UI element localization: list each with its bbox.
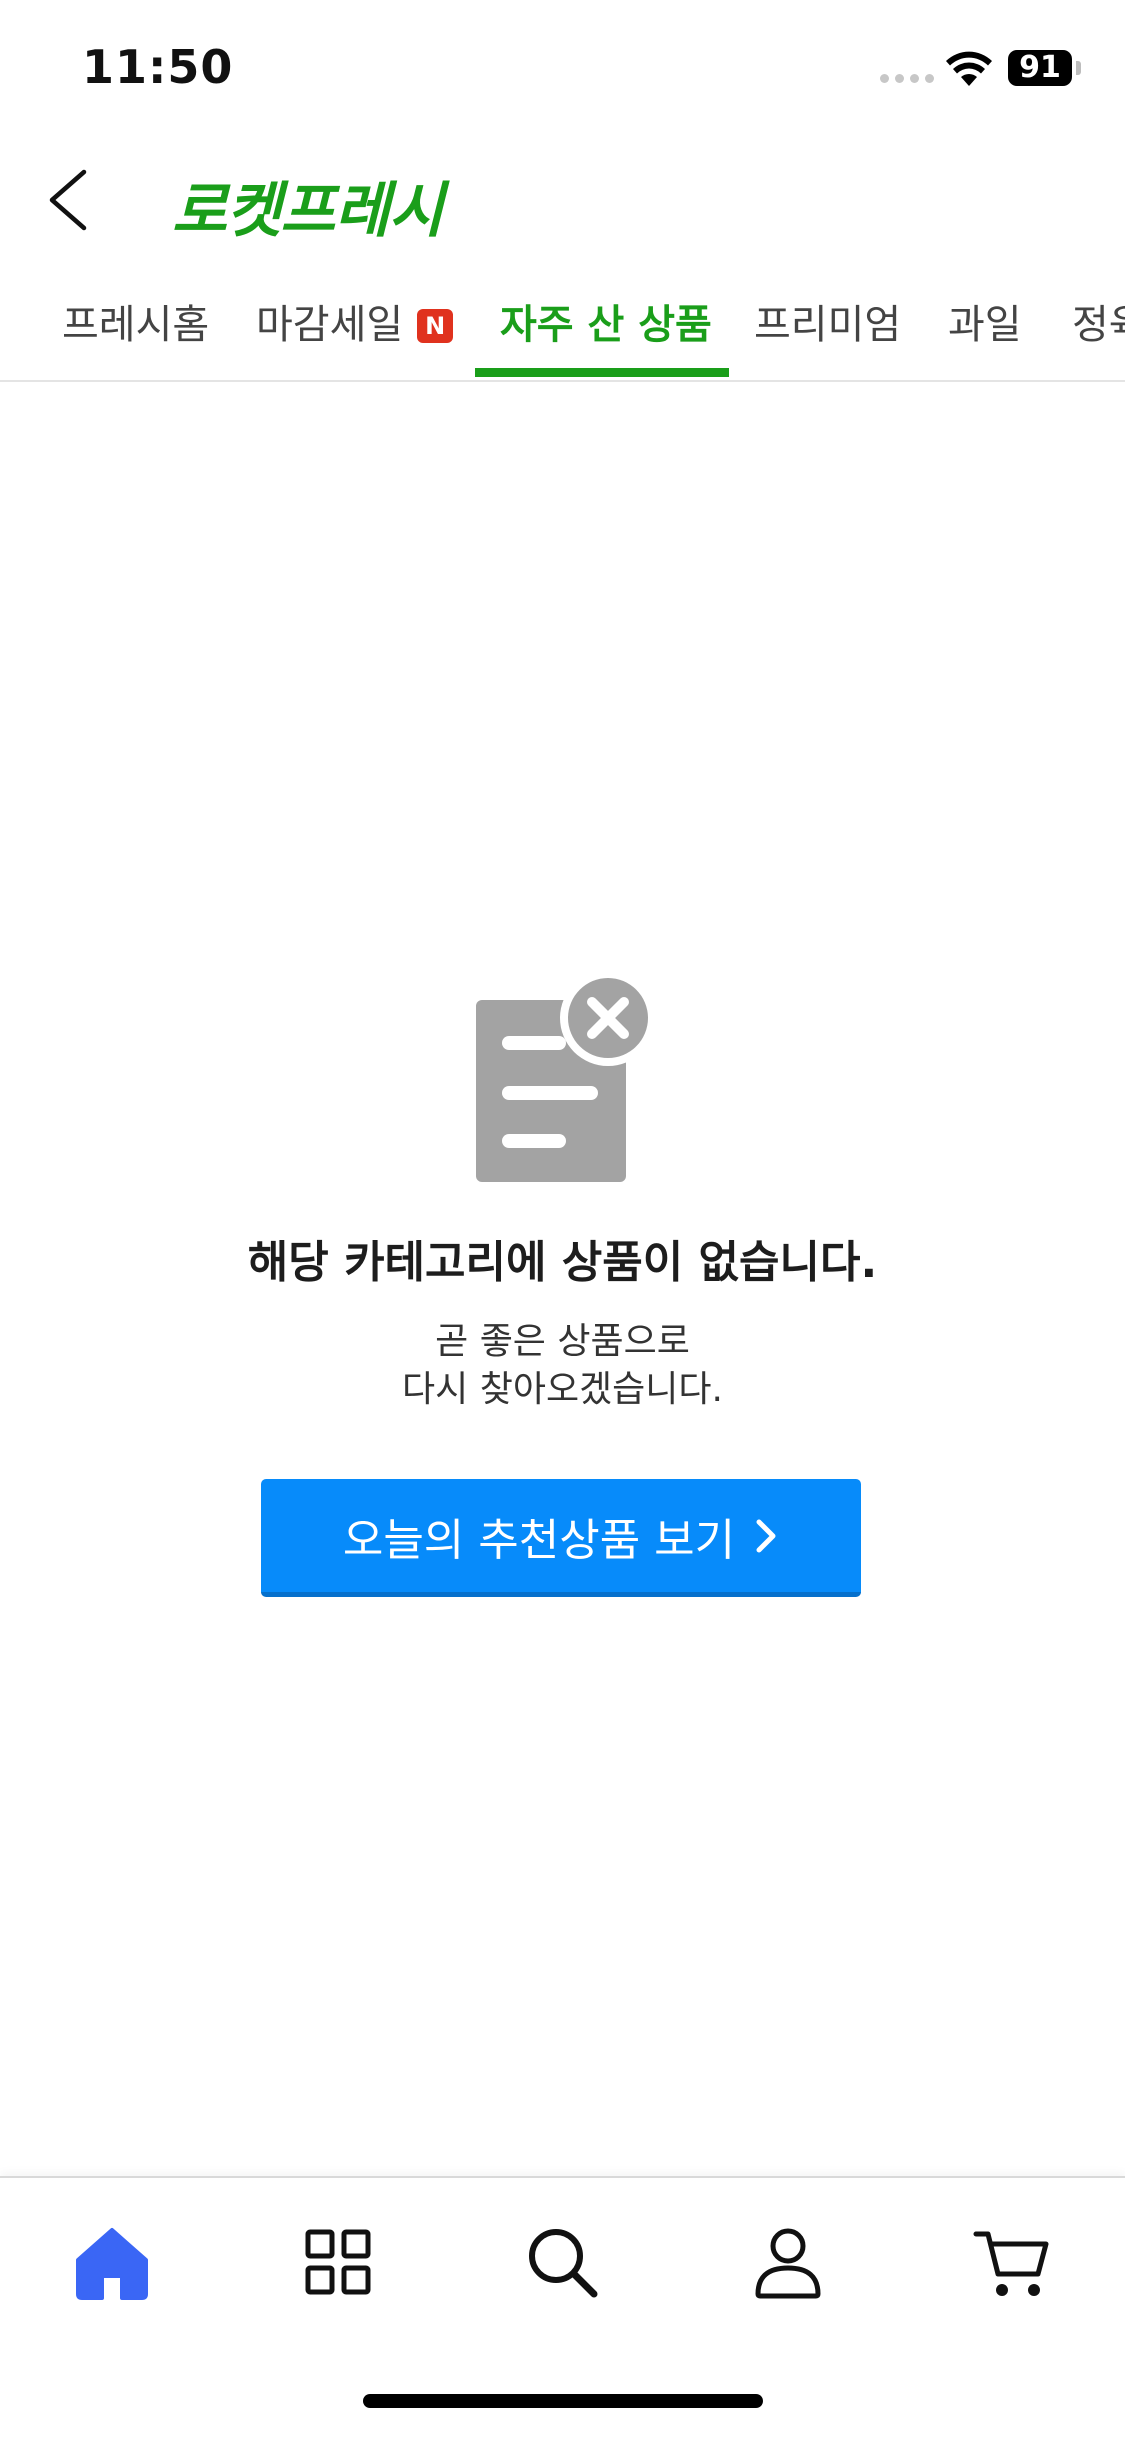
- cart-icon[interactable]: [972, 2222, 1052, 2302]
- chevron-right-icon: [756, 1519, 776, 1552]
- empty-state-description: 곧 좋은 상품으로 다시 찾아오겠습니다.: [0, 1318, 1125, 1414]
- document-error-icon: [476, 972, 654, 1182]
- header: 로켓프레시: [0, 140, 1125, 260]
- new-badge: N: [417, 309, 454, 343]
- chevron-left-icon[interactable]: [40, 160, 100, 240]
- active-tab-indicator: [475, 368, 729, 377]
- home-icon[interactable]: [72, 2222, 152, 2302]
- home-indicator: [363, 2394, 763, 2408]
- search-icon[interactable]: [522, 2222, 602, 2302]
- tab-fresh-home[interactable]: 프레시홈: [62, 292, 209, 380]
- tab-meat[interactable]: 정육: [1072, 292, 1125, 380]
- status-bar: 11:50 91: [0, 0, 1125, 140]
- battery-indicator: 91: [1008, 50, 1072, 86]
- today-recommendations-button[interactable]: 오늘의 추천상품 보기: [261, 1479, 861, 1597]
- page-title: 로켓프레시: [172, 176, 444, 246]
- tab-frequently-bought[interactable]: 자주 산 상품: [500, 292, 712, 380]
- status-time: 11:50: [82, 40, 234, 94]
- empty-state-line-2: 다시 찾아오겠습니다.: [402, 1369, 723, 1410]
- category-tabs: 프레시홈 마감세일 N 자주 산 상품 프리미엄 과일 정육: [0, 268, 1125, 382]
- tab-premium[interactable]: 프리미엄: [754, 292, 901, 380]
- grid-icon[interactable]: [298, 2222, 378, 2302]
- empty-state-line-1: 곧 좋은 상품으로: [435, 1321, 690, 1362]
- wifi-icon: [946, 51, 992, 86]
- button-label: 오늘의 추천상품 보기: [342, 1514, 736, 1566]
- battery-cap: [1076, 61, 1081, 75]
- tab-fruit[interactable]: 과일: [948, 292, 1022, 380]
- tab-closing-sale[interactable]: 마감세일 N: [256, 292, 454, 380]
- cellular-signal-icon: [880, 74, 934, 83]
- empty-state-title: 해당 카테고리에 상품이 없습니다.: [247, 1237, 878, 1288]
- user-icon[interactable]: [748, 2222, 828, 2302]
- tab-label: 마감세일: [256, 302, 404, 348]
